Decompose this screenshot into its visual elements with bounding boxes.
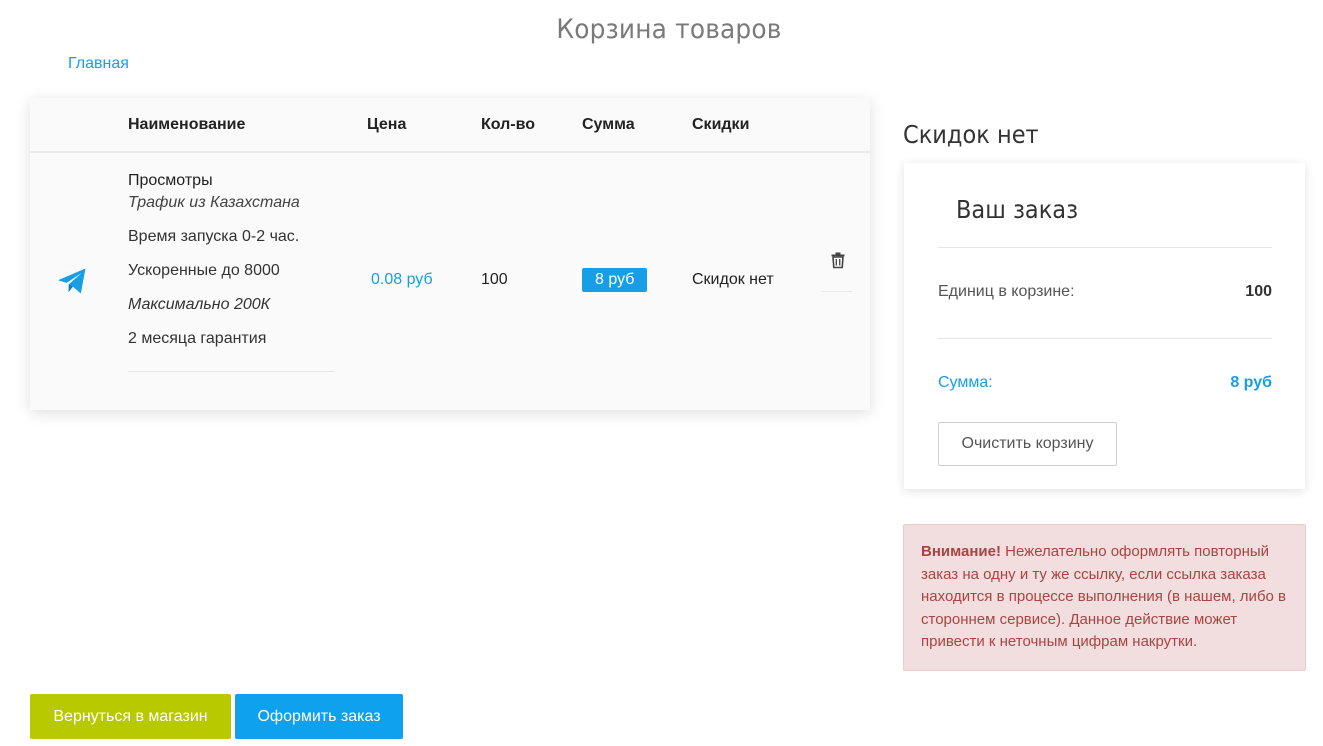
breadcrumb-home-link[interactable]: Главная [68,55,129,73]
column-header-qty: Кол-во [481,116,536,133]
order-title: Ваш заказ [956,195,1079,224]
alert-strong: Внимание! [921,543,1001,560]
column-header-sum: Сумма [582,116,635,133]
cart-table-header: Наименование Цена Кол-во Сумма Скидки [30,98,870,153]
product-detail: Ускоренные до 8000 [128,262,280,279]
order-summary: Ваш заказ Единиц в корзине: 100 Сумма: 8… [904,163,1305,489]
warning-alert: Внимание! Нежелательно оформлять повторн… [903,524,1306,671]
product-detail: Время запуска 0-2 час. [128,228,300,245]
product-divider [128,371,334,372]
units-label: Единиц в корзине: [938,283,1075,300]
divider [938,247,1272,248]
product-subtitle: Трафик из Казахстана [128,194,300,211]
column-header-price: Цена [367,116,407,133]
product-detail: 2 месяца гарантия [128,330,267,347]
units-value: 100 [1245,283,1272,300]
page-title: Корзина товаров [556,14,782,45]
telegram-plane-icon [58,268,86,294]
trash-icon[interactable] [829,251,847,269]
row-quantity: 100 [481,271,508,288]
divider [938,338,1272,339]
product-detail: Максимально 200К [128,296,271,313]
checkout-button[interactable]: Оформить заказ [235,694,403,739]
sum-value: 8 руб [1230,374,1272,391]
column-header-discounts: Скидки [692,116,750,133]
row-price: 0.08 руб [371,271,433,288]
row-sum-badge: 8 руб [582,268,648,292]
table-row: Просмотры Трафик из Казахстана Время зап… [30,153,870,410]
row-discount: Скидок нет [692,271,774,288]
discount-title: Скидок нет [903,120,1039,149]
product-info: Просмотры Трафик из Казахстана Время зап… [128,171,334,372]
sum-label: Сумма: [938,374,993,391]
product-title: Просмотры [128,172,213,189]
cart-table: Наименование Цена Кол-во Сумма Скидки Пр… [30,98,870,410]
cart-page: Корзина товаров Главная Наименование Цен… [0,0,1323,746]
clear-cart-button[interactable]: Очистить корзину [938,422,1117,466]
column-header-name: Наименование [128,116,246,133]
back-to-shop-button[interactable]: Вернуться в магазин [30,694,231,739]
row-divider [822,291,852,292]
